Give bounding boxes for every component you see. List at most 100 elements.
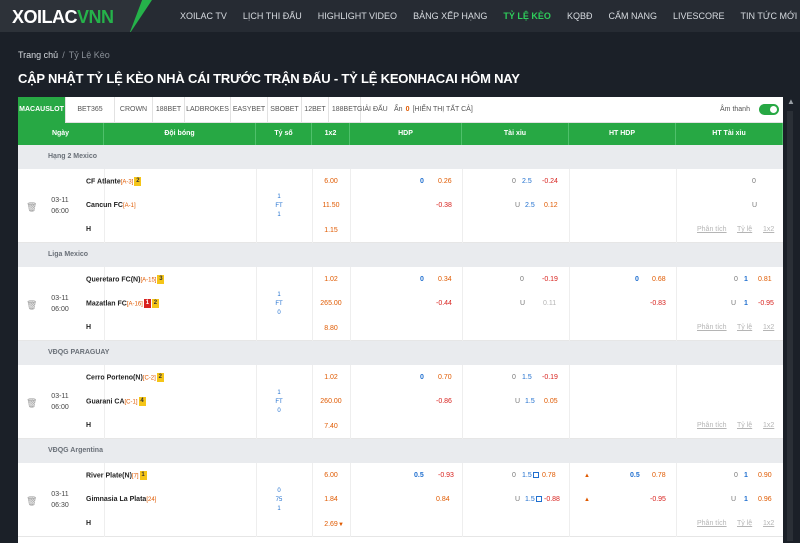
breadcrumb-home[interactable]: Trang chủ [18,50,58,60]
match-date: 03-11 [51,393,69,400]
odds-link[interactable]: Tỷ lệ [737,324,752,331]
ht-ou-under-label: U [731,300,737,307]
draw-label: H [86,324,92,331]
odds-1x2-0[interactable]: 6.00 [320,177,342,187]
hidden-count: 0 [405,106,410,113]
ht-ou-under-odds[interactable]: -0.95 [758,299,774,309]
bookmaker-tab-0[interactable]: MACAUSLOT [18,97,66,123]
odds-1x2-0[interactable]: 1.02 [320,373,342,383]
scroll-up-icon[interactable]: ▲ [787,97,795,106]
odds-1x2-2[interactable]: 8.80 [320,324,342,334]
away-team[interactable]: Gimnasia La Plata[24] [86,495,156,505]
home-team[interactable]: CF Atlante[A-3] 2 [86,177,142,187]
hidden-matches[interactable]: Ẩn 0 [HIỂN THỊ TẤT CẢ] [394,97,473,123]
scroll-thumb[interactable] [787,111,793,541]
home-team[interactable]: Queretaro FC(N)[A-15] 3 [86,275,165,285]
hdp-home-odds[interactable]: 0.26 [438,177,452,187]
x12-link[interactable]: 1x2 [763,226,774,233]
ou-over-odds[interactable]: -0.19 [542,373,558,383]
hdp-home-odds[interactable]: -0.93 [438,471,454,481]
trash-icon[interactable]: 🗑 [26,202,37,212]
hdp-away-odds[interactable]: 0.84 [436,495,450,505]
x12-link[interactable]: 1x2 [763,324,774,331]
hdp-home-odds[interactable]: 0.70 [438,373,452,383]
trash-icon[interactable]: 🗑 [26,398,37,408]
nav-item-7[interactable]: LIVESCORE [665,0,733,32]
away-team[interactable]: Guarani CA[C-1] 4 [86,397,146,407]
ht-hdp-home-odds[interactable]: 0.78 [652,471,666,481]
ht-ou-over-label: 0 [752,178,756,185]
column-divider [312,169,313,243]
ou-over-odds[interactable]: -0.24 [542,177,558,187]
ht-hdp-home-odds[interactable]: 0.68 [652,275,666,285]
analysis-link[interactable]: Phân tích [697,422,727,429]
odds-link[interactable]: Tỷ lệ [737,422,752,429]
odds-1x2-1[interactable]: 1.84 [320,495,342,505]
odds-1x2-1[interactable]: 11.50 [320,201,342,211]
bookmaker-tab-7[interactable]: 12BET [302,97,329,123]
odds-1x2-1[interactable]: 265.00 [320,299,342,309]
analysis-link[interactable]: Phân tích [697,520,727,527]
ht-hdp-away-odds[interactable]: -0.83 [650,299,666,309]
analysis-link[interactable]: Phân tích [697,324,727,331]
nav-item-1[interactable]: LỊCH THI ĐẤU [235,0,310,32]
column-divider [256,365,257,439]
odds-1x2-0[interactable]: 1.02 [320,275,342,285]
score-part-1: FT [275,399,283,405]
column-header-0: Ngày [18,123,104,145]
odds-1x2-1[interactable]: 260.00 [320,397,342,407]
bookmaker-tab-4[interactable]: LADBROKES [185,97,231,123]
hdp-away-odds[interactable]: -0.44 [436,299,452,309]
bookmaker-tab-1[interactable]: BET365 [66,97,115,123]
score-part-1: FT [275,301,283,307]
ou-under-odds[interactable]: -0.88 [544,495,560,505]
home-team[interactable]: Cerro Porteno(N)[C-2] 2 [86,373,164,383]
bookmaker-tab-6[interactable]: SBOBET [268,97,302,123]
column-divider [676,267,677,341]
x12-link[interactable]: 1x2 [763,520,774,527]
nav-item-3[interactable]: BẢNG XẾP HẠNG [405,0,495,32]
trash-icon[interactable]: 🗑 [26,300,37,310]
odds-link[interactable]: Tỷ lệ [737,520,752,527]
bookmaker-tab-9[interactable]: GIẢI ĐẤU [353,97,388,123]
nav-item-4[interactable]: TỶ LỆ KÈO [495,0,559,32]
odds-link[interactable]: Tỷ lệ [737,226,752,233]
bookmaker-tab-5[interactable]: EASYBET [231,97,268,123]
page-scrollbar[interactable]: ▲ [786,97,795,543]
site-logo[interactable]: XOILACVNN [12,7,114,28]
nav-item-6[interactable]: CẨM NANG [600,0,665,32]
score-part-0: 1 [277,194,281,200]
nav-item-5[interactable]: KQBĐ [559,0,601,32]
bookmaker-tab-2[interactable]: CROWN [115,97,153,123]
bookmaker-tab-3[interactable]: 188BET [153,97,185,123]
ht-ou-over-odds[interactable]: 0.81 [758,275,772,285]
nav-item-8[interactable]: TIN TỨC MỚI [733,0,800,32]
nav-item-2[interactable]: HIGHLIGHT VIDEO [310,0,405,32]
logo-area[interactable]: XOILACVNN [0,0,152,32]
ou-under-odds[interactable]: 0.11 [543,299,556,309]
hdp-away-odds[interactable]: -0.86 [436,397,452,407]
ou-over-odds[interactable]: -0.19 [542,275,558,285]
away-team[interactable]: Cancun FC[A-1] [86,201,136,211]
nav-item-0[interactable]: XOILAC TV [172,0,235,32]
odds-1x2-2[interactable]: 1.15 [320,226,342,236]
sound-label: Âm thanh [720,106,750,113]
ou-under-odds[interactable]: 0.12 [544,201,558,211]
x12-link[interactable]: 1x2 [763,422,774,429]
away-team[interactable]: Mazatlan FC[A-16] 1 2 [86,299,159,309]
home-team[interactable]: River Plate(N)[7] 1 [86,471,147,481]
analysis-link[interactable]: Phân tích [697,226,727,233]
hdp-home-odds[interactable]: 0.34 [438,275,452,285]
show-all-link[interactable]: [HIỂN THỊ TẤT CẢ] [412,106,472,113]
odds-1x2-0[interactable]: 6.00 [320,471,342,481]
ou-under-odds[interactable]: 0.05 [544,397,558,407]
odds-1x2-2[interactable]: 7.40 [320,422,342,432]
ou-box-icon [535,496,542,503]
ou-over-odds[interactable]: 0.78 [542,471,556,481]
ht-ou-over-odds[interactable]: 0.90 [758,471,772,481]
trash-icon[interactable]: 🗑 [26,496,37,506]
sound-toggle[interactable] [759,104,779,115]
ht-ou-under-odds[interactable]: 0.96 [758,495,772,505]
ht-hdp-away-odds[interactable]: -0.95 [650,495,666,505]
hdp-away-odds[interactable]: -0.38 [436,201,452,211]
